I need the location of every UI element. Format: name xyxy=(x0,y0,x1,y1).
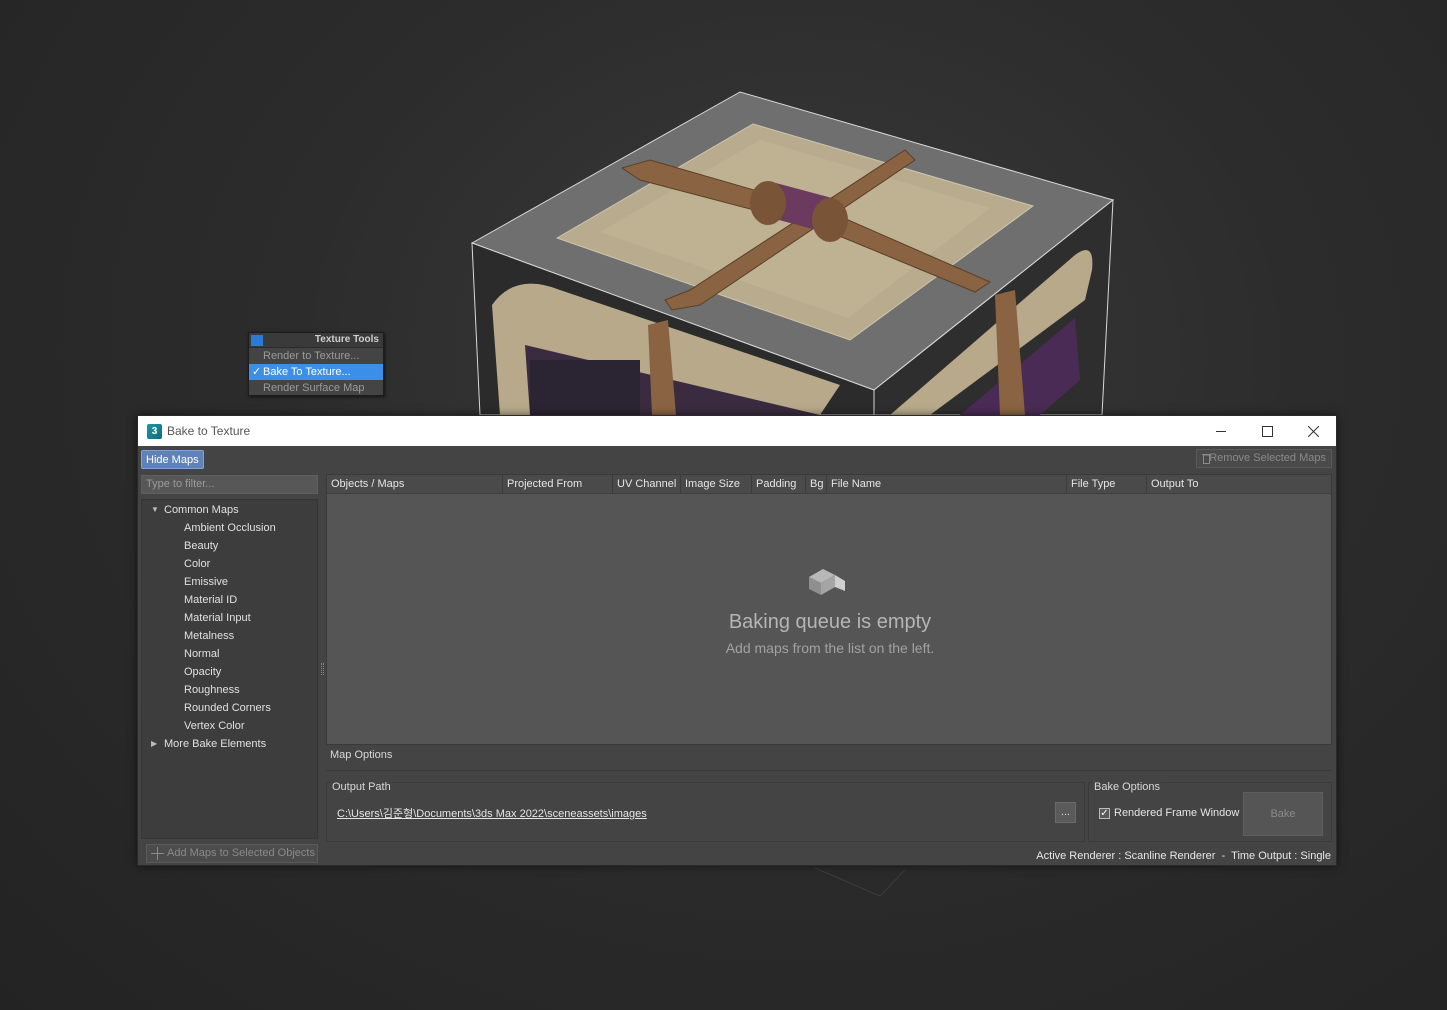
minimize-icon xyxy=(1215,430,1226,432)
bake-button[interactable]: Bake xyxy=(1243,792,1323,836)
hide-maps-button[interactable]: Hide Maps xyxy=(141,450,204,469)
empty-queue-title: Baking queue is empty xyxy=(728,611,932,633)
minimize-button[interactable] xyxy=(1198,416,1244,446)
tree-item-metalness[interactable]: Metalness xyxy=(184,627,234,645)
remove-selected-maps-label: Remove Selected Maps xyxy=(1209,452,1326,464)
rope-knot-right xyxy=(812,198,848,242)
cube-left-trim xyxy=(530,360,640,415)
map-options-label: Map Options xyxy=(330,749,393,761)
tree-group-label: Common Maps xyxy=(164,504,239,516)
tree-item-color[interactable]: Color xyxy=(184,555,210,573)
tree-group-more-bake-elements[interactable]: ▶ More Bake Elements xyxy=(151,735,267,753)
tree-item-vertex-color[interactable]: Vertex Color xyxy=(184,717,245,735)
tree-item-material-id[interactable]: Material ID xyxy=(184,591,237,609)
quad-menu-title: Texture Tools xyxy=(314,334,379,345)
trash-icon xyxy=(1202,454,1211,464)
maps-tree[interactable]: ▼ Common Maps Ambient Occlusion Beauty C… xyxy=(141,499,318,839)
bake-options-label: Bake Options xyxy=(1093,781,1162,793)
tree-item-opacity[interactable]: Opacity xyxy=(184,663,221,681)
browse-output-path-button[interactable]: ... xyxy=(1055,802,1076,823)
rendered-frame-window-label[interactable]: Rendered Frame Window xyxy=(1114,807,1239,819)
menu-item-render-to-texture[interactable]: Render to Texture... xyxy=(249,348,383,364)
tree-item-emissive[interactable]: Emissive xyxy=(184,573,228,591)
menu-item-render-surface-map[interactable]: Render Surface Map xyxy=(249,380,383,396)
close-button[interactable] xyxy=(1290,416,1336,446)
texture-tools-quad-menu: Texture Tools Render to Texture... ✓ Bak… xyxy=(248,332,384,396)
checkmark-icon: ✓ xyxy=(252,366,262,378)
panel-splitter-handle[interactable] xyxy=(321,663,324,675)
tree-item-rounded-corners[interactable]: Rounded Corners xyxy=(184,699,271,717)
tree-group-label: More Bake Elements xyxy=(164,738,267,750)
quad-menu-swatch xyxy=(251,335,263,346)
tree-item-material-input[interactable]: Material Input xyxy=(184,609,251,627)
remove-selected-maps-button[interactable]: Remove Selected Maps xyxy=(1196,449,1332,468)
tree-item-ambient-occlusion[interactable]: Ambient Occlusion xyxy=(184,519,276,537)
bake-options-group: Bake Options ✓ Rendered Frame Window Bak… xyxy=(1088,781,1332,842)
column-header-objects-maps[interactable]: Objects / Maps xyxy=(327,475,503,494)
title-bar[interactable]: 3 Bake to Texture xyxy=(138,416,1336,446)
quad-menu-header: Texture Tools xyxy=(249,333,383,348)
3ds-max-app-icon: 3 xyxy=(147,423,162,439)
output-path-link[interactable]: C:\Users\김준형\Documents\3ds Max 2022\scen… xyxy=(337,805,647,821)
expand-arrow-icon[interactable]: ▼ xyxy=(151,501,159,519)
grid-floor-line xyxy=(814,867,906,897)
column-header-file-type[interactable]: File Type xyxy=(1067,475,1147,494)
filter-input[interactable]: Type to filter... xyxy=(141,475,318,494)
column-header-output-to[interactable]: Output To xyxy=(1147,475,1333,494)
rendered-frame-window-checkbox[interactable]: ✓ xyxy=(1099,808,1110,819)
add-maps-label: Add Maps to Selected Objects xyxy=(167,847,315,859)
map-options-rollout[interactable] xyxy=(326,757,1332,771)
column-header-bg[interactable]: Bg xyxy=(806,475,827,494)
maximize-icon xyxy=(1261,425,1273,437)
close-icon xyxy=(1307,425,1319,437)
add-icon xyxy=(151,847,164,860)
bake-to-texture-dialog: 3 Bake to Texture Hide Maps Remove Selec… xyxy=(137,415,1337,866)
menu-item-bake-to-texture[interactable]: ✓ Bake To Texture... xyxy=(249,364,383,380)
empty-queue-subtitle: Add maps from the list on the left. xyxy=(725,640,935,656)
column-header-padding[interactable]: Padding xyxy=(752,475,806,494)
column-header-image-size[interactable]: Image Size xyxy=(681,475,752,494)
column-header-projected-from[interactable]: Projected From xyxy=(503,475,613,494)
tree-item-roughness[interactable]: Roughness xyxy=(184,681,240,699)
add-maps-to-selected-objects-button[interactable]: Add Maps to Selected Objects xyxy=(146,844,318,863)
tree-item-normal[interactable]: Normal xyxy=(184,645,219,663)
tree-item-beauty[interactable]: Beauty xyxy=(184,537,218,555)
window-title: Bake to Texture xyxy=(167,424,251,438)
tree-group-common-maps[interactable]: ▼ Common Maps xyxy=(151,501,239,519)
expand-arrow-icon[interactable]: ▶ xyxy=(151,735,157,753)
baking-queue-table[interactable]: Objects / Maps Projected From UV Channel… xyxy=(326,474,1332,745)
column-header-file-name[interactable]: File Name xyxy=(827,475,1067,494)
menu-item-label: Render Surface Map xyxy=(263,382,365,394)
maximize-button[interactable] xyxy=(1244,416,1290,446)
menu-item-label: Render to Texture... xyxy=(263,350,360,362)
empty-box-icon xyxy=(809,569,845,595)
column-header-uv-channel[interactable]: UV Channel xyxy=(613,475,681,494)
menu-item-label: Bake To Texture... xyxy=(263,366,351,378)
status-bar-text: Active Renderer : Scanline Renderer - Ti… xyxy=(1036,850,1331,862)
output-path-label: Output Path xyxy=(331,781,392,793)
table-header: Objects / Maps Projected From UV Channel… xyxy=(327,475,1331,494)
rope-knot-left xyxy=(750,181,786,225)
output-path-group: Output Path C:\Users\김준형\Documents\3ds M… xyxy=(326,781,1085,842)
